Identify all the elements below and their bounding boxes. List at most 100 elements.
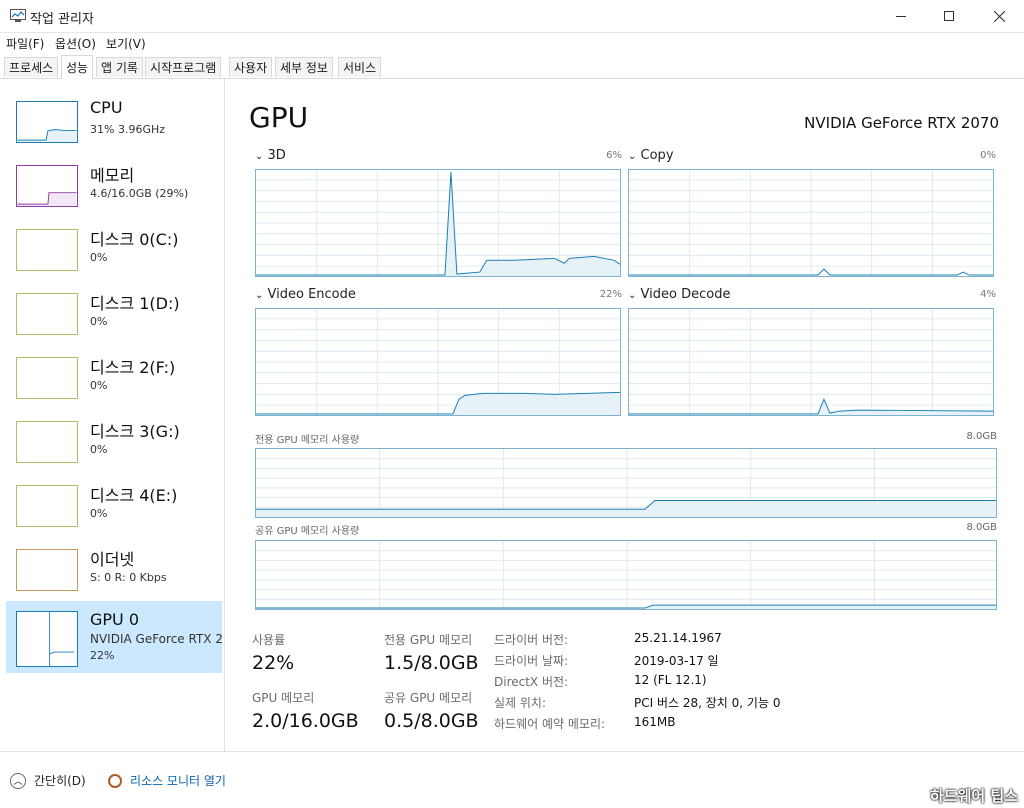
graph-label: 3D (267, 148, 286, 163)
fewer-details-button[interactable]: ︿ 간단히(D) (10, 772, 86, 789)
reserved-memory-label: 하드웨어 예약 메모리: (494, 717, 606, 731)
cpu-thumbnail-graph (16, 101, 78, 143)
resource-sidebar: CPU 31% 3.96GHz 메모리 4.6/16.0GB (29%) 디스크… (0, 79, 225, 751)
menu-options[interactable]: 옵션(O) (55, 35, 96, 52)
sidebar-item-disk-1[interactable]: 디스크 1(D:) 0% (6, 290, 222, 354)
sidebar-item-title: CPU (90, 98, 123, 117)
graph-percent: 4% (980, 289, 996, 300)
page-title: GPU (249, 101, 309, 134)
graph-percent: 6% (606, 150, 622, 161)
sidebar-item-title: 디스크 2(F:) (90, 358, 176, 377)
sidebar-item-usage: 22% (90, 649, 115, 662)
driver-date-label: 드라이버 날짜: (494, 654, 569, 668)
sidebar-item-detail: 0% (90, 443, 108, 456)
chevron-up-icon: ︿ (10, 772, 26, 789)
gpu-memory-label: GPU 메모리 (252, 691, 315, 705)
graph-engine-selector-video-encode[interactable]: ⌄ Video Encode (255, 287, 356, 302)
sidebar-item-detail: 0% (90, 315, 108, 328)
sidebar-item-detail: NVIDIA GeForce RTX 2 (90, 632, 223, 646)
graph-shared-memory (255, 540, 997, 610)
sidebar-item-disk-0[interactable]: 디스크 0(C:) 0% (6, 226, 222, 290)
graph-label: Video Encode (267, 287, 356, 302)
graph-engine-selector-video-decode[interactable]: ⌄ Video Decode (628, 287, 730, 302)
minimize-icon (896, 15, 906, 17)
shared-memory-label: 공유 GPU 메모리 (384, 691, 473, 705)
disk-thumbnail-graph (16, 229, 78, 271)
sidebar-item-disk-4[interactable]: 디스크 4(E:) 0% (6, 482, 222, 546)
graph-video-decode (628, 308, 994, 416)
graph-dedicated-memory (255, 448, 997, 518)
sidebar-item-memory[interactable]: 메모리 4.6/16.0GB (29%) (6, 162, 222, 226)
tab-users[interactable]: 사용자 (229, 57, 273, 77)
memory-thumbnail-graph (16, 165, 78, 207)
sidebar-item-title: 디스크 3(G:) (90, 422, 180, 441)
sidebar-item-disk-3[interactable]: 디스크 3(G:) 0% (6, 418, 222, 482)
gpu-memory-value: 2.0/16.0GB (252, 710, 359, 732)
tab-services[interactable]: 서비스 (338, 57, 382, 77)
menu-file[interactable]: 파일(F) (6, 35, 44, 52)
chevron-down-icon: ⌄ (628, 290, 637, 301)
watermark: 하드웨어 팁스 (929, 787, 1018, 805)
graph-copy (628, 169, 994, 277)
disk-thumbnail-graph (16, 421, 78, 463)
driver-version-label: 드라이버 버전: (494, 633, 569, 647)
tab-app-history[interactable]: 앱 기록 (96, 57, 143, 77)
physical-location-value: PCI 버스 28, 장치 0, 기능 0 (634, 696, 781, 710)
graph-percent: 22% (599, 289, 622, 300)
sidebar-item-detail: 0% (90, 379, 108, 392)
graph-label: Copy (640, 148, 674, 163)
footer-bar: ︿ 간단히(D) 리소스 모니터 열기 하드웨어 팁스 (0, 751, 1024, 808)
sidebar-item-detail: 31% 3.96GHz (90, 123, 166, 136)
open-resource-monitor-label: 리소스 모니터 열기 (130, 774, 226, 788)
open-resource-monitor-link[interactable]: 리소스 모니터 열기 (108, 772, 226, 789)
tab-performance[interactable]: 성능 (61, 55, 94, 79)
gpu-thumbnail-graph (16, 611, 78, 667)
dedicated-memory-value: 1.5/8.0GB (384, 652, 479, 674)
sidebar-item-title: 디스크 0(C:) (90, 230, 179, 249)
dedicated-memory-max: 8.0GB (966, 431, 997, 442)
task-manager-icon (10, 9, 26, 22)
directx-version-value: 12 (FL 12.1) (634, 673, 707, 687)
sidebar-item-title: GPU 0 (90, 610, 140, 629)
sidebar-item-title: 이더넷 (90, 550, 135, 569)
usage-value: 22% (252, 652, 295, 674)
maximize-button[interactable] (926, 0, 972, 32)
graph-percent: 0% (980, 150, 996, 161)
dedicated-memory-graph-label: 전용 GPU 메모리 사용량 (255, 435, 360, 446)
minimize-button[interactable] (878, 0, 924, 32)
disk-thumbnail-graph (16, 293, 78, 335)
sidebar-item-title: 디스크 1(D:) (90, 294, 180, 313)
close-button[interactable] (976, 0, 1022, 32)
reserved-memory-value: 161MB (634, 715, 676, 729)
sidebar-item-detail: 0% (90, 251, 108, 264)
title-bar: 작업 관리자 (0, 0, 1024, 33)
usage-label: 사용률 (252, 633, 286, 647)
gpu-model-name: NVIDIA GeForce RTX 2070 (804, 114, 999, 132)
close-icon (993, 10, 1005, 22)
ethernet-thumbnail-graph (16, 549, 78, 591)
tab-details[interactable]: 세부 정보 (275, 57, 333, 77)
sidebar-item-detail: 4.6/16.0GB (29%) (90, 187, 189, 200)
physical-location-label: 실제 위치: (494, 696, 547, 710)
tab-processes[interactable]: 프로세스 (4, 57, 59, 77)
sidebar-item-gpu-0[interactable]: GPU 0 NVIDIA GeForce RTX 2 22% (6, 601, 223, 673)
sidebar-item-cpu[interactable]: CPU 31% 3.96GHz (6, 98, 222, 162)
chevron-down-icon: ⌄ (255, 151, 264, 162)
driver-version-value: 25.21.14.1967 (634, 631, 722, 645)
menu-bar: 파일(F) 옵션(O) 보기(V) (0, 32, 1024, 54)
tab-bar: 프로세스 성능 앱 기록 시작프로그램 사용자 세부 정보 서비스 (0, 54, 1024, 79)
graph-label: Video Decode (640, 287, 731, 302)
graph-engine-selector-copy[interactable]: ⌄ Copy (628, 148, 674, 163)
graph-engine-selector-3d[interactable]: ⌄ 3D (255, 148, 286, 163)
menu-view[interactable]: 보기(V) (106, 35, 146, 52)
graph-video-encode (255, 308, 621, 416)
disk-thumbnail-graph (16, 357, 78, 399)
tab-startup[interactable]: 시작프로그램 (145, 57, 222, 77)
dedicated-memory-label: 전용 GPU 메모리 (384, 633, 473, 647)
sidebar-item-disk-2[interactable]: 디스크 2(F:) 0% (6, 354, 222, 418)
graph-3d (255, 169, 621, 277)
shared-memory-value: 0.5/8.0GB (384, 710, 479, 732)
sidebar-item-title: 메모리 (90, 166, 135, 185)
fewer-details-label: 간단히(D) (34, 774, 86, 788)
driver-date-value: 2019-03-17 일 (634, 654, 719, 668)
